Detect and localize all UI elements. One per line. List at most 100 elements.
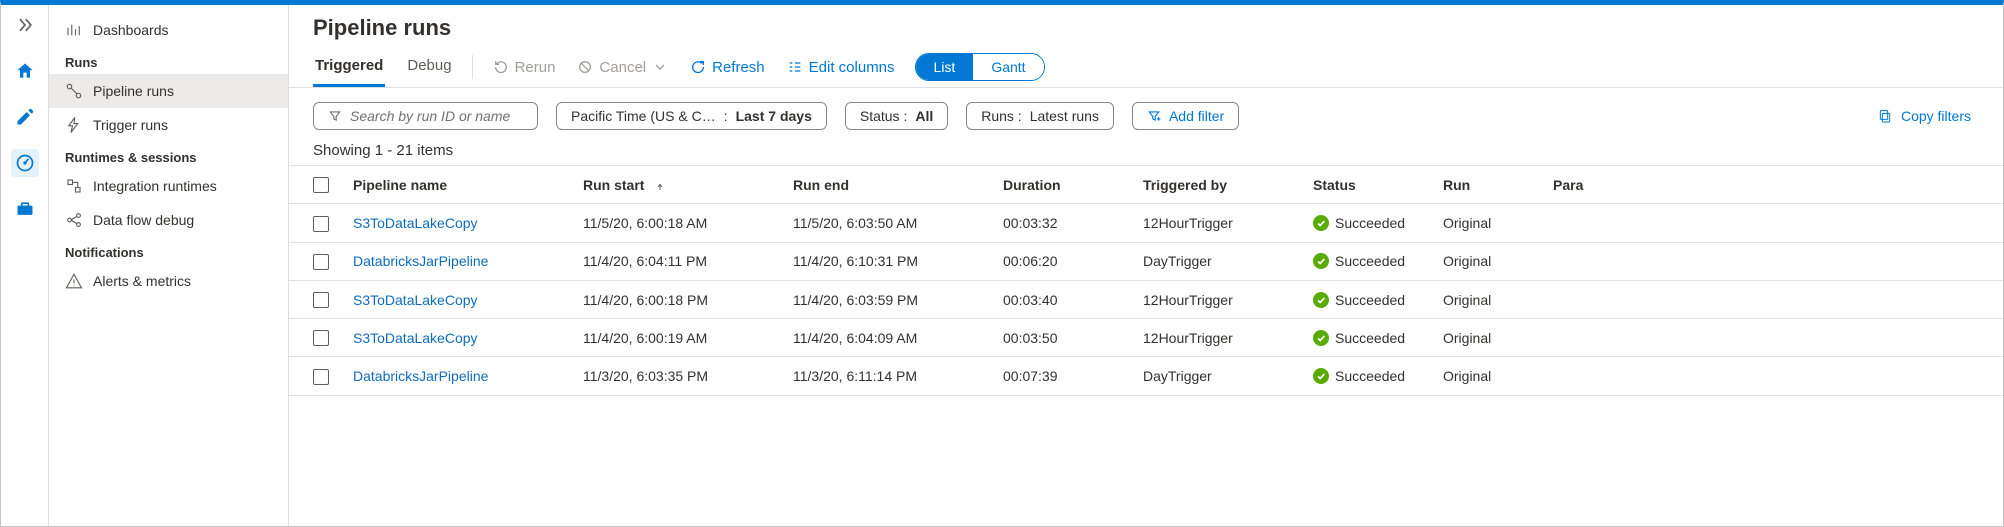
rail-home-button[interactable]: [11, 57, 39, 85]
tab-debug[interactable]: Debug: [405, 47, 453, 87]
cell-triggered-by: DayTrigger: [1131, 242, 1301, 280]
filter-timezone-value: Last 7 days: [736, 108, 812, 124]
edit-columns-button[interactable]: Edit columns: [785, 53, 897, 82]
col-run-end[interactable]: Run end: [781, 166, 991, 204]
select-all-checkbox[interactable]: [313, 177, 329, 193]
sort-asc-icon: [654, 180, 666, 192]
sidebar-section-runs: Runs: [49, 47, 288, 74]
cell-status: Succeeded: [1313, 330, 1419, 346]
col-duration[interactable]: Duration: [991, 166, 1131, 204]
col-parameters[interactable]: Para: [1541, 166, 2003, 204]
copy-filters-button[interactable]: Copy filters: [1877, 108, 1979, 124]
cell-duration: 00:07:39: [991, 357, 1131, 395]
cell-run-start: 11/4/20, 6:00:19 AM: [571, 319, 781, 357]
separator: [472, 55, 473, 79]
toolbar: Triggered Debug Rerun Cancel Refresh Edi…: [289, 47, 2003, 88]
pipeline-name-link[interactable]: S3ToDataLakeCopy: [353, 292, 478, 308]
row-checkbox[interactable]: [313, 216, 329, 232]
edit-columns-label: Edit columns: [809, 59, 895, 76]
cell-triggered-by: DayTrigger: [1131, 357, 1301, 395]
filter-status[interactable]: Status : All: [845, 102, 948, 130]
rerun-icon: [493, 59, 509, 75]
col-run-start[interactable]: Run start: [571, 166, 781, 204]
col-triggered-by[interactable]: Triggered by: [1131, 166, 1301, 204]
row-checkbox[interactable]: [313, 254, 329, 270]
sidebar-item-integration-runtimes[interactable]: Integration runtimes: [49, 169, 288, 203]
sidebar-item-data-flow-debug[interactable]: Data flow debug: [49, 203, 288, 237]
sidebar-item-trigger-runs[interactable]: Trigger runs: [49, 108, 288, 142]
cell-status: Succeeded: [1313, 368, 1419, 384]
rail-manage-button[interactable]: [11, 195, 39, 223]
filter-status-label: Status :: [860, 108, 907, 124]
cell-run-type: Original: [1431, 204, 1541, 242]
view-toggle: List Gantt: [915, 53, 1045, 81]
toolbox-icon: [15, 199, 35, 219]
filter-runs[interactable]: Runs : Latest runs: [966, 102, 1114, 130]
add-filter-button[interactable]: Add filter: [1132, 102, 1239, 130]
add-filter-label: Add filter: [1169, 108, 1224, 124]
status-label: Succeeded: [1335, 330, 1405, 346]
filter-runs-value: Latest runs: [1030, 108, 1099, 124]
table-row[interactable]: S3ToDataLakeCopy11/4/20, 6:00:18 PM11/4/…: [289, 280, 2003, 318]
sidebar-item-label: Integration runtimes: [93, 178, 217, 194]
rail-monitor-button[interactable]: [11, 149, 39, 177]
cancel-button[interactable]: Cancel: [575, 53, 670, 82]
view-gantt-button[interactable]: Gantt: [973, 54, 1043, 80]
rerun-button[interactable]: Rerun: [491, 53, 558, 82]
cell-duration: 00:03:32: [991, 204, 1131, 242]
filter-icon: [328, 109, 342, 123]
cell-run-start: 11/4/20, 6:00:18 PM: [571, 280, 781, 318]
success-icon: [1313, 215, 1329, 231]
table-row[interactable]: S3ToDataLakeCopy11/4/20, 6:00:19 AM11/4/…: [289, 319, 2003, 357]
rail-author-button[interactable]: [11, 103, 39, 131]
table-row[interactable]: S3ToDataLakeCopy11/5/20, 6:00:18 AM11/5/…: [289, 204, 2003, 242]
col-run[interactable]: Run: [1431, 166, 1541, 204]
pipeline-icon: [65, 82, 83, 100]
table-row[interactable]: DatabricksJarPipeline11/4/20, 6:04:11 PM…: [289, 242, 2003, 280]
sidebar-item-pipeline-runs[interactable]: Pipeline runs: [49, 74, 288, 108]
table-header-row: Pipeline name Run start Run end Duration…: [289, 166, 2003, 204]
chevron-down-icon: [652, 59, 668, 75]
row-checkbox[interactable]: [313, 369, 329, 385]
sidebar-item-dashboards[interactable]: Dashboards: [49, 13, 288, 47]
sidebar-item-alerts-metrics[interactable]: Alerts & metrics: [49, 264, 288, 298]
cell-triggered-by: 12HourTrigger: [1131, 280, 1301, 318]
success-icon: [1313, 253, 1329, 269]
left-rail: [1, 5, 49, 526]
cell-run-end: 11/3/20, 6:11:14 PM: [781, 357, 991, 395]
search-input[interactable]: Search by run ID or name: [313, 102, 538, 130]
tab-triggered[interactable]: Triggered: [313, 47, 385, 87]
add-filter-icon: [1147, 109, 1161, 123]
app-root: Dashboards Runs Pipeline runs Trigger ru…: [0, 0, 2004, 527]
page-title: Pipeline runs: [289, 5, 2003, 47]
filter-timezone[interactable]: Pacific Time (US & C… : Last 7 days: [556, 102, 827, 130]
row-checkbox[interactable]: [313, 330, 329, 346]
table-row[interactable]: DatabricksJarPipeline11/3/20, 6:03:35 PM…: [289, 357, 2003, 395]
sidebar-item-label: Data flow debug: [93, 212, 194, 228]
status-label: Succeeded: [1335, 292, 1405, 308]
rail-expand-button[interactable]: [11, 11, 39, 39]
pipeline-name-link[interactable]: DatabricksJarPipeline: [353, 368, 488, 384]
success-icon: [1313, 330, 1329, 346]
tabs: Triggered Debug: [313, 47, 454, 87]
rerun-label: Rerun: [515, 59, 556, 76]
sidebar-item-label: Dashboards: [93, 22, 169, 38]
refresh-button[interactable]: Refresh: [688, 53, 767, 82]
filter-runs-label: Runs :: [981, 108, 1021, 124]
row-checkbox[interactable]: [313, 292, 329, 308]
col-pipeline-name[interactable]: Pipeline name: [341, 166, 571, 204]
cancel-label: Cancel: [599, 59, 646, 76]
col-status[interactable]: Status: [1301, 166, 1431, 204]
refresh-label: Refresh: [712, 59, 765, 76]
pipeline-name-link[interactable]: S3ToDataLakeCopy: [353, 330, 478, 346]
filter-bar: Search by run ID or name Pacific Time (U…: [289, 88, 2003, 134]
chevrons-right-icon: [15, 15, 35, 35]
pipeline-name-link[interactable]: DatabricksJarPipeline: [353, 253, 488, 269]
cell-duration: 00:06:20: [991, 242, 1131, 280]
success-icon: [1313, 292, 1329, 308]
cancel-icon: [577, 59, 593, 75]
pipeline-name-link[interactable]: S3ToDataLakeCopy: [353, 215, 478, 231]
refresh-icon: [690, 59, 706, 75]
dataflow-icon: [65, 211, 83, 229]
view-list-button[interactable]: List: [916, 54, 974, 80]
